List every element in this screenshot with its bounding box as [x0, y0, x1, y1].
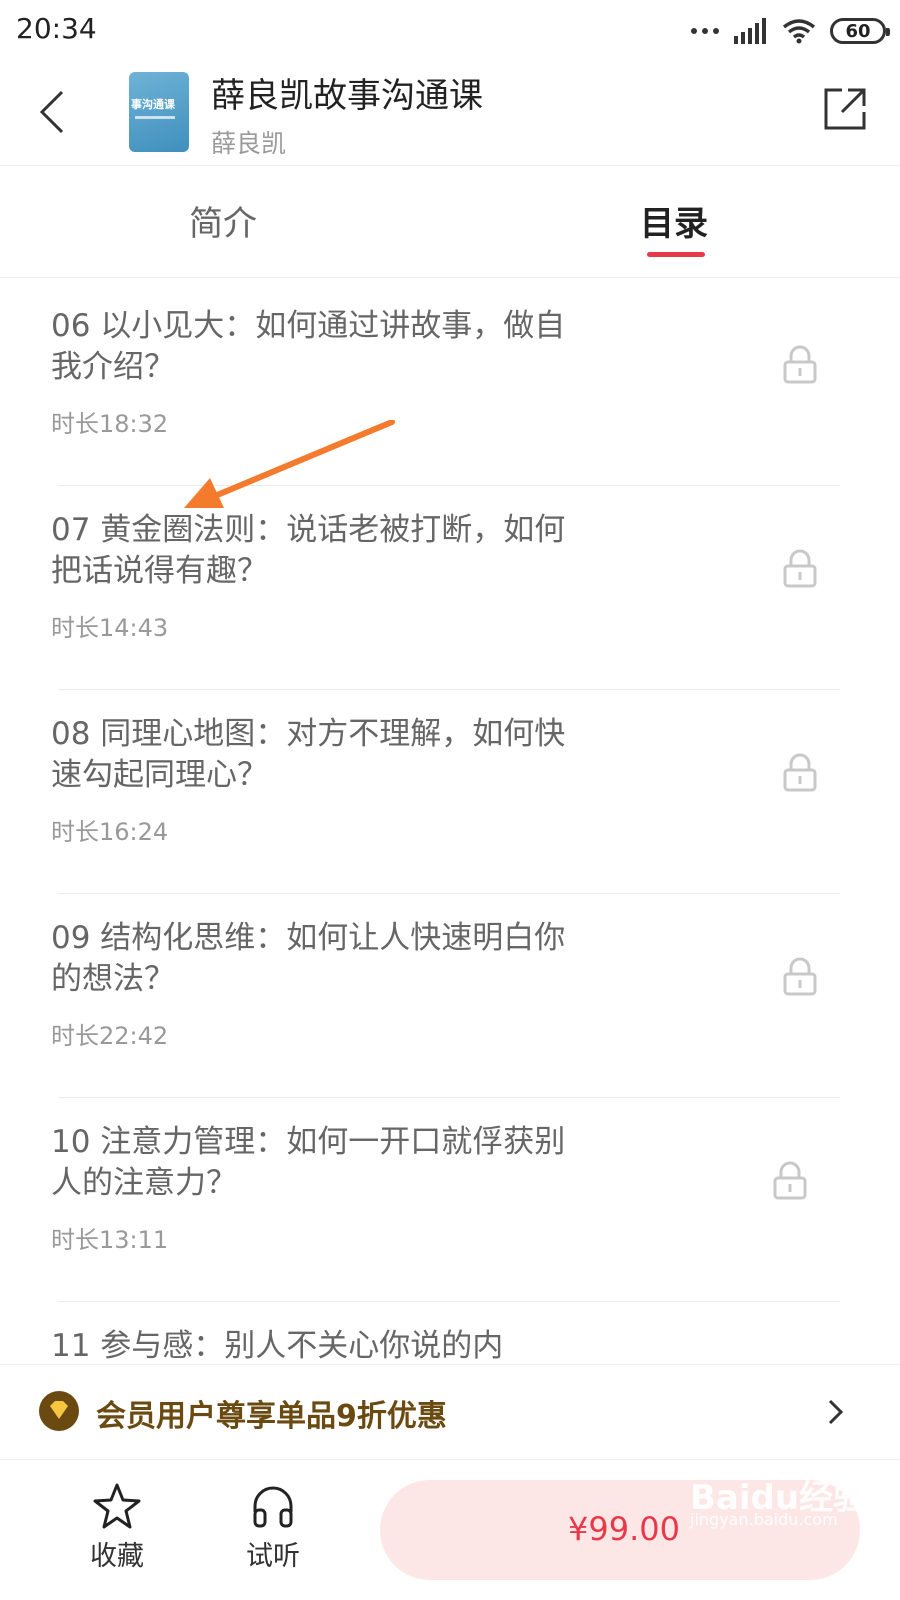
- status-icons: 60: [690, 14, 890, 48]
- watermark-url: jingyan.baidu.com: [690, 1510, 838, 1529]
- lock-icon: [783, 957, 817, 996]
- favorite-button[interactable]: 收藏: [72, 1482, 162, 1582]
- wifi-icon: [782, 19, 816, 44]
- headphones-icon: [253, 1486, 293, 1528]
- tab-intro[interactable]: 简介: [189, 196, 257, 245]
- trial-listen-label: 试听: [246, 1541, 300, 1572]
- book-title: 薛良凯故事沟通课: [211, 76, 483, 116]
- member-discount-text: 会员用户尊享单品9折优惠: [96, 1399, 447, 1434]
- battery-indicator: 60: [830, 18, 890, 44]
- lock-icon: [783, 549, 817, 588]
- more-dots-icon: [691, 28, 719, 34]
- chevron-right-icon: [828, 1399, 844, 1425]
- diamond-badge: [39, 1391, 79, 1431]
- share-icon: [824, 88, 866, 130]
- catalog-item-title: 10 注意力管理：如何一开口就俘获别人的注意力？: [51, 1124, 566, 1201]
- tab-catalog[interactable]: 目录: [640, 196, 708, 245]
- catalog-item-title: 07 黄金圈法则：说话老被打断，如何把话说得有趣？: [51, 512, 566, 589]
- cover-text: 事沟通课: [131, 98, 175, 111]
- active-tab-indicator: [647, 252, 705, 257]
- lock-icon: [783, 345, 817, 384]
- catalog-item-title: 11 参与感：别人不关心你说的内: [51, 1328, 504, 1364]
- status-bar: 20:34 60: [0, 0, 900, 60]
- lock-icon: [773, 1161, 807, 1200]
- back-button[interactable]: [28, 82, 76, 142]
- signal-icon: [734, 18, 766, 44]
- catalog-item-duration: 时长14:43: [51, 614, 169, 642]
- trial-listen-button[interactable]: 试听: [228, 1482, 318, 1582]
- lock-icon: [783, 753, 817, 792]
- price-label: ¥99.00: [568, 1510, 680, 1548]
- catalog-item-duration: 时长22:42: [51, 1022, 169, 1050]
- catalog-item[interactable]: 06 以小见大：如何通过讲故事，做自我介绍？ 时长18:32: [0, 278, 900, 486]
- book-cover[interactable]: 事沟通课: [129, 72, 189, 152]
- favorite-label: 收藏: [90, 1541, 144, 1572]
- catalog-item-duration: 时长13:11: [51, 1226, 169, 1254]
- catalog-item-duration: 时长18:32: [51, 410, 169, 438]
- back-icon: [39, 90, 64, 134]
- header: 事沟通课 薛良凯故事沟通课 薛良凯: [0, 62, 900, 166]
- star-icon: [93, 1483, 141, 1529]
- book-author[interactable]: 薛良凯: [211, 124, 286, 160]
- catalog-item[interactable]: 10 注意力管理：如何一开口就俘获别人的注意力？ 时长13:11: [0, 1094, 900, 1302]
- catalog-item[interactable]: 07 黄金圈法则：说话老被打断，如何把话说得有趣？ 时长14:43: [0, 482, 900, 690]
- catalog-item-duration: 时长16:24: [51, 818, 169, 846]
- catalog-item[interactable]: 09 结构化思维：如何让人快速明白你的想法？ 时长22:42: [0, 890, 900, 1098]
- catalog-item[interactable]: 08 同理心地图：对方不理解，如何快速勾起同理心？ 时长16:24: [0, 686, 900, 894]
- catalog-item-title: 08 同理心地图：对方不理解，如何快速勾起同理心？: [51, 716, 566, 793]
- cover-decoration: [135, 116, 175, 119]
- share-button[interactable]: [820, 84, 870, 134]
- member-discount-banner[interactable]: 会员用户尊享单品9折优惠: [0, 1364, 900, 1460]
- tabs: 简介 目录: [0, 166, 900, 278]
- catalog-item-title: 06 以小见大：如何通过讲故事，做自我介绍？: [51, 308, 566, 385]
- diamond-icon: [50, 1401, 68, 1419]
- status-time: 20:34: [16, 12, 97, 45]
- catalog-list[interactable]: 06 以小见大：如何通过讲故事，做自我介绍？ 时长18:32 07 黄金圈法则：…: [0, 278, 900, 1364]
- catalog-item-title: 09 结构化思维：如何让人快速明白你的想法？: [51, 920, 566, 997]
- catalog-item[interactable]: 11 参与感：别人不关心你说的内: [0, 1298, 900, 1364]
